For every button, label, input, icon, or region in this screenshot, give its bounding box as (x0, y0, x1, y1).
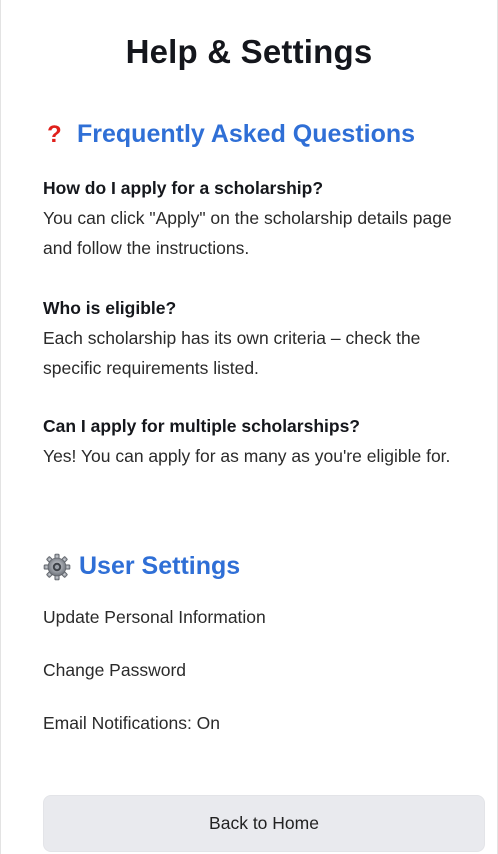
settings-item-update-personal-information[interactable]: Update Personal Information (43, 607, 266, 628)
faq-question: Can I apply for multiple scholarships? (43, 416, 360, 436)
question-mark-icon: ? (47, 120, 62, 148)
faq-heading-label: Frequently Asked Questions (77, 120, 416, 148)
settings-heading-label: User Settings (79, 552, 241, 580)
faq-answer: You can click "Apply" on the scholarship… (43, 208, 452, 258)
faq-question: Who is eligible? (43, 298, 177, 318)
faq-item: Can I apply for multiple scholarships? Y… (43, 414, 483, 471)
faq-answer: Each scholarship has its own criteria – … (43, 328, 421, 378)
app-frame: Help & Settings ? Frequently Asked Quest… (0, 0, 498, 854)
faq-item: Who is eligible? Each scholarship has it… (43, 296, 483, 383)
settings-item-change-password[interactable]: Change Password (43, 660, 186, 681)
settings-item-email-notifications[interactable]: Email Notifications: On (43, 713, 220, 734)
faq-question: How do I apply for a scholarship? (43, 178, 324, 198)
gear-icon (43, 553, 79, 581)
back-to-home-button[interactable]: Back to Home (43, 795, 485, 852)
faq-heading: ? Frequently Asked Questions (43, 120, 415, 149)
faq-item: How do I apply for a scholarship? You ca… (43, 176, 483, 263)
faq-answer: Yes! You can apply for as many as you're… (43, 446, 451, 466)
settings-heading: User Settings (43, 552, 240, 581)
page-title: Help & Settings (125, 33, 373, 70)
